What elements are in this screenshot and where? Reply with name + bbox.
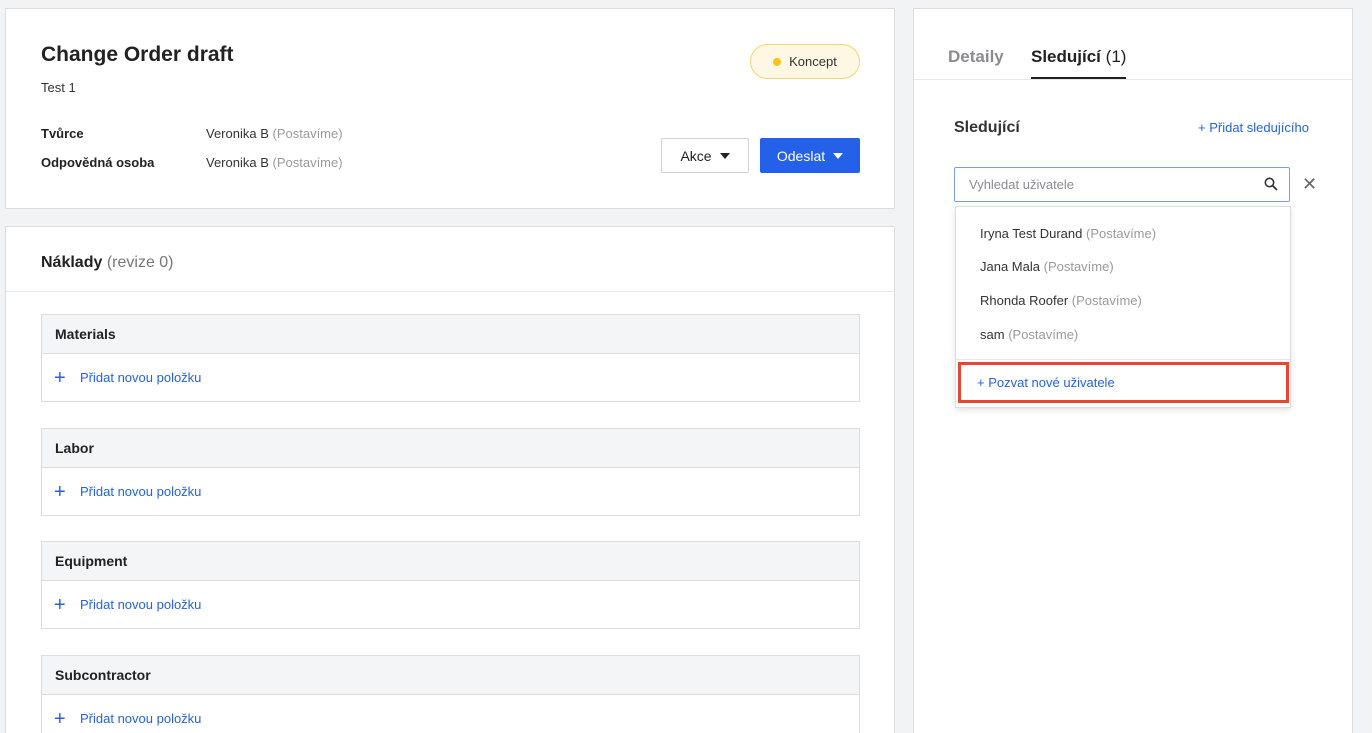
user-option-name: Iryna Test Durand [980,226,1083,241]
change-order-header-card: Change Order draft Test 1 Koncept Tvůrce… [5,8,895,209]
add-item-label: Přidat novou položku [80,484,202,499]
user-option-name: Jana Mala [980,259,1040,274]
user-option-name: Rhonda Roofer [980,293,1069,308]
responsible-label: Odpovědná osoba [41,155,155,170]
caret-down-icon [719,152,730,159]
cost-section-labor: Labor + Přidat novou položku [41,428,860,516]
user-search-box [954,167,1290,202]
costs-title: Náklady (revize 0) [41,254,174,272]
status-dot-icon [773,57,782,66]
user-option[interactable]: Iryna Test Durand (Postavíme) [980,226,1156,241]
user-suggestions-dropdown: Iryna Test Durand (Postavíme) Jana Mala … [955,206,1291,408]
cost-section-subcontractor: Subcontractor + Přidat novou položku [41,655,860,733]
creator-company: (Postavíme) [272,126,343,141]
add-item-button[interactable]: + Přidat novou položku [42,695,859,733]
add-item-button[interactable]: + Přidat novou položku [42,354,859,401]
send-dropdown-button[interactable]: Odeslat [760,138,860,173]
search-icon[interactable] [1263,176,1279,192]
add-item-button[interactable]: + Přidat novou položku [42,468,859,515]
actions-dropdown-button[interactable]: Akce [661,138,749,173]
plus-icon: + [54,480,66,503]
page-title: Change Order draft [41,43,234,66]
close-icon[interactable]: ✕ [1302,174,1317,195]
invite-new-users-button[interactable]: + Pozvat nové uživatele [958,362,1289,403]
section-header: Subcontractor [42,656,859,695]
add-item-label: Přidat novou položku [80,711,202,726]
section-header: Labor [42,429,859,468]
side-panel-tabs: Detaily Sledující (1) [914,9,1352,80]
followers-heading: Sledující [954,119,1020,136]
tab-details[interactable]: Detaily [948,47,1004,67]
plus-icon: + [54,707,66,730]
add-item-label: Přidat novou položku [80,597,202,612]
cost-section-equipment: Equipment + Přidat novou položku [41,541,860,629]
user-option-name: sam [980,327,1005,342]
responsible-name: Veronika B [206,155,269,170]
user-option[interactable]: Jana Mala (Postavíme) [980,259,1114,274]
plus-icon: + [54,593,66,616]
responsible-value: Veronika B (Postavíme) [206,155,343,170]
actions-button-label: Akce [680,147,712,164]
creator-label: Tvůrce [41,126,84,141]
user-option-company: (Postavíme) [1086,226,1157,241]
caret-down-icon [833,152,844,159]
creator-value: Veronika B (Postavíme) [206,126,343,141]
status-badge: Koncept [750,44,860,79]
section-header: Equipment [42,542,859,581]
responsible-company: (Postavíme) [272,155,343,170]
creator-name: Veronika B [206,126,269,141]
page-subtitle: Test 1 [41,80,76,95]
cost-section-materials: Materials + Přidat novou položku [41,314,860,402]
costs-title-label: Náklady [41,254,103,271]
user-option-company: (Postavíme) [1071,293,1142,308]
section-header: Materials [42,315,859,354]
costs-revision: (revize 0) [106,254,174,271]
add-item-button[interactable]: + Přidat novou položku [42,581,859,628]
plus-icon: + [54,366,66,389]
status-badge-label: Koncept [789,54,837,69]
user-search-input[interactable] [955,168,1255,201]
send-button-label: Odeslat [776,147,826,164]
tab-followers-count: (1) [1105,47,1127,66]
tab-followers-label: Sledující [1031,47,1101,66]
followers-side-panel: Detaily Sledující (1) Sledující + Přidat… [913,8,1353,733]
user-option[interactable]: sam (Postavíme) [980,327,1078,342]
divider [956,359,1290,360]
costs-card: Náklady (revize 0) Materials + Přidat no… [5,226,895,733]
tab-followers[interactable]: Sledující (1) [1031,47,1127,79]
divider [6,291,894,292]
add-item-label: Přidat novou položku [80,370,202,385]
user-option-company: (Postavíme) [1043,259,1114,274]
user-option-company: (Postavíme) [1008,327,1079,342]
add-follower-link[interactable]: + Přidat sledujícího [1198,120,1309,135]
user-option[interactable]: Rhonda Roofer (Postavíme) [980,293,1142,308]
